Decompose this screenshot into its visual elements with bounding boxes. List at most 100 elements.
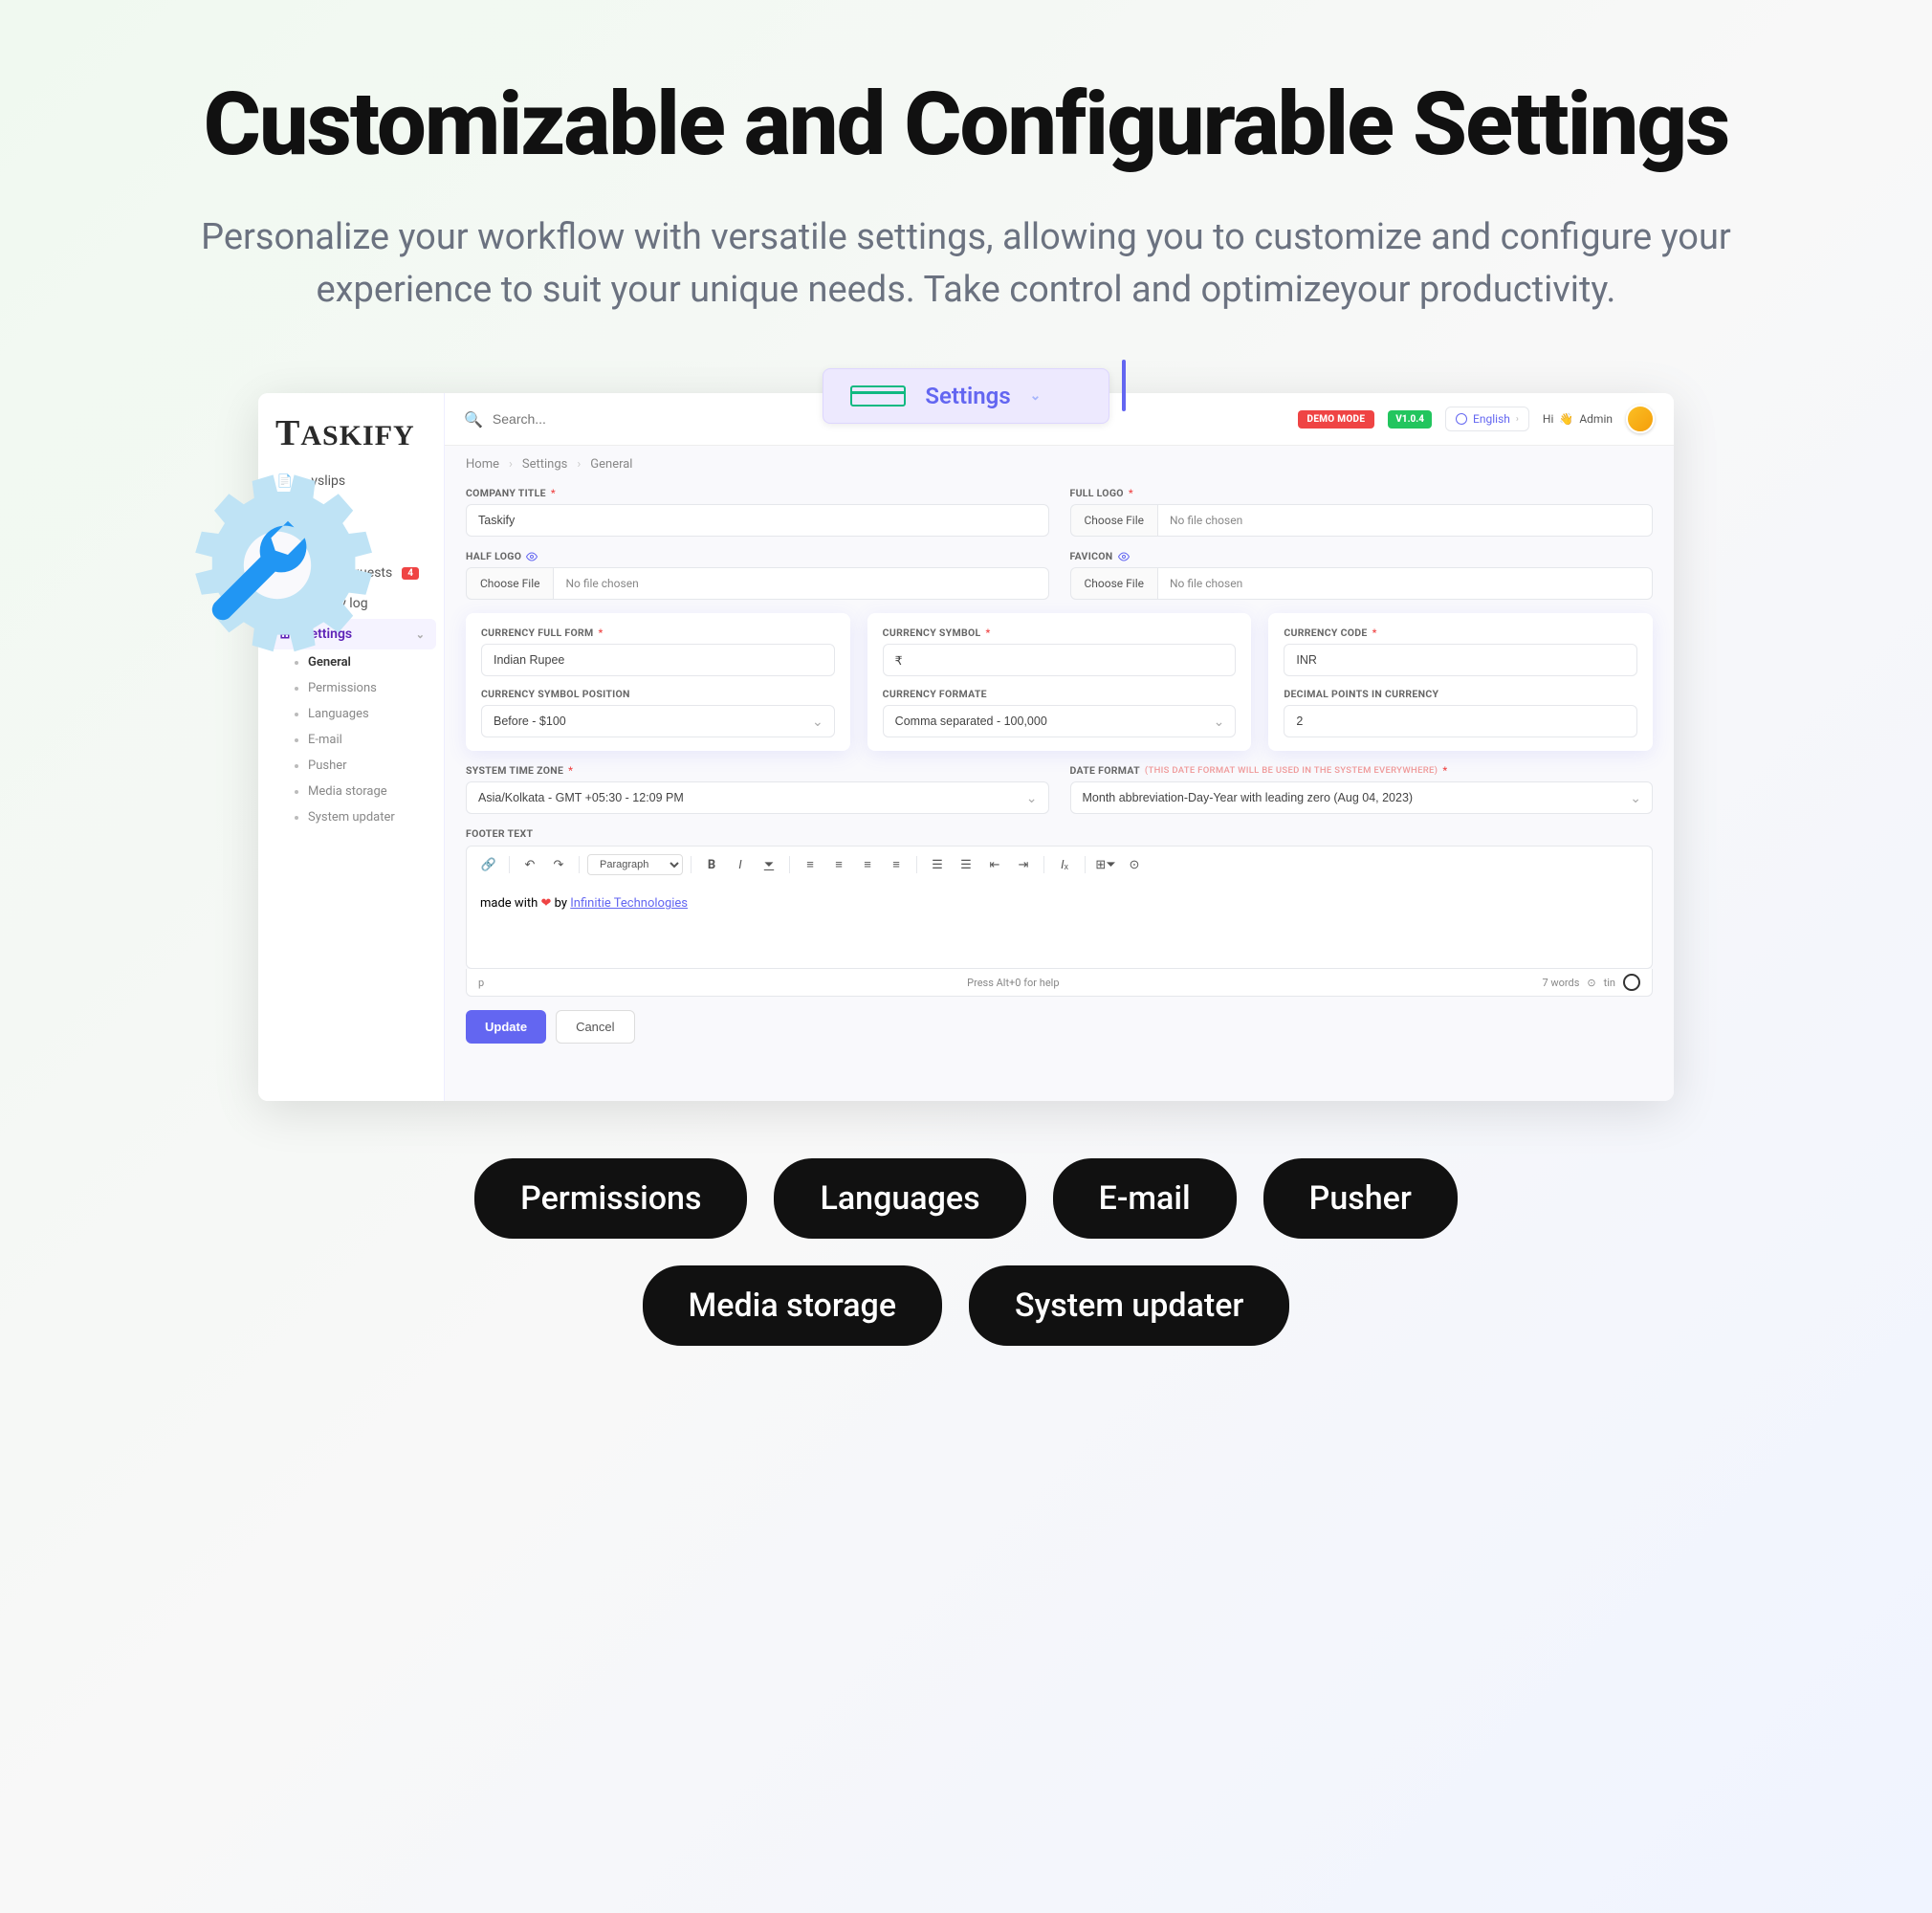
dot-icon — [295, 687, 298, 691]
currency-code-label: CURRENCY CODE — [1284, 627, 1367, 639]
bullet-list-icon[interactable]: ☰ — [925, 852, 950, 877]
currency-full-label: CURRENCY FULL FORM — [481, 627, 594, 639]
hero-subtitle: Personalize your workflow with versatile… — [177, 211, 1755, 317]
favicon-label: FAVICON — [1070, 550, 1113, 562]
timezone-select[interactable]: Asia/Kolkata - GMT +05:30 - 12:09 PM — [466, 781, 1049, 814]
date-format-select[interactable]: Month abbreviation-Day-Year with leading… — [1070, 781, 1654, 814]
undo-icon[interactable]: ↶ — [517, 852, 542, 877]
update-button[interactable]: Update — [466, 1010, 546, 1044]
align-left-icon[interactable]: ≡ — [798, 852, 823, 877]
app-window: TASKIFY 📄…yslips💰Finance📝Notes↪Leave req… — [258, 393, 1674, 1101]
table-icon[interactable]: ⊞⏷ — [1093, 852, 1118, 877]
footer-text-label: FOOTER TEXT — [466, 827, 533, 840]
dot-icon — [295, 738, 298, 742]
dot-icon — [295, 816, 298, 820]
help-icon[interactable]: ⊙ — [1122, 852, 1147, 877]
app-logo: TASKIFY — [258, 393, 444, 466]
underline-color-icon[interactable]: ⏷ — [757, 852, 781, 877]
tiny-label: tin — [1604, 977, 1615, 989]
pill-pusher: Pusher — [1263, 1158, 1458, 1239]
eye-icon — [1118, 551, 1130, 562]
date-format-label: DATE FORMAT — [1070, 764, 1140, 777]
currency-code-input[interactable] — [1284, 644, 1637, 676]
dot-icon — [295, 790, 298, 794]
half-logo-filename: No file chosen — [553, 567, 1048, 600]
indent-icon[interactable]: ⇥ — [1011, 852, 1036, 877]
currency-format-label: CURRENCY FORMATE — [883, 688, 987, 700]
half-logo-label: HALF LOGO — [466, 550, 521, 562]
cursor-indicator — [1122, 360, 1126, 411]
user-avatar[interactable] — [1626, 405, 1655, 433]
decimal-input[interactable] — [1284, 705, 1637, 737]
crumb-home[interactable]: Home — [466, 457, 499, 472]
crumb-settings[interactable]: Settings — [522, 457, 567, 472]
sidebar-sub-media-storage[interactable]: Media storage — [283, 779, 436, 804]
breadcrumbs: Home › Settings › General — [445, 446, 1674, 483]
language-selector[interactable]: English › — [1445, 407, 1529, 431]
hero-title: Customizable and Configurable Settings — [153, 77, 1779, 173]
version-badge: V1.0.4 — [1388, 410, 1432, 429]
cancel-button[interactable]: Cancel — [556, 1010, 634, 1044]
pill-permissions: Permissions — [474, 1158, 747, 1239]
sidebar-sub-permissions[interactable]: Permissions — [283, 675, 436, 701]
dot-icon — [295, 713, 298, 716]
settings-box-icon — [850, 385, 906, 407]
heart-icon: ❤ — [541, 896, 552, 911]
dot-icon — [295, 764, 298, 768]
footer-link[interactable]: Infinitie Technologies — [570, 896, 688, 911]
symbol-position-label: CURRENCY SYMBOL POSITION — [481, 688, 630, 700]
corner-resize-icon[interactable] — [1623, 974, 1640, 991]
outdent-icon[interactable]: ⇤ — [982, 852, 1007, 877]
user-greeting: Hi👋Admin — [1543, 412, 1613, 426]
pill-media-storage: Media storage — [643, 1265, 943, 1346]
demo-mode-badge: DEMO MODE — [1298, 410, 1375, 429]
floating-tab-label: Settings — [925, 383, 1010, 409]
crumb-general: General — [590, 457, 632, 472]
company-title-input[interactable] — [466, 504, 1049, 537]
clear-format-icon[interactable]: Iₓ — [1052, 852, 1077, 877]
decimal-label: DECIMAL POINTS IN CURRENCY — [1284, 688, 1438, 700]
paragraph-select[interactable]: Paragraph — [587, 854, 683, 875]
full-logo-label: FULL LOGO — [1070, 487, 1124, 499]
sidebar-sub-e-mail[interactable]: E-mail — [283, 727, 436, 753]
italic-icon[interactable]: I — [728, 852, 753, 877]
editor-body[interactable]: made with ❤ by Infinitie Technologies — [466, 883, 1653, 969]
currency-symbol-label: CURRENCY SYMBOL — [883, 627, 981, 639]
full-logo-choose-button[interactable]: Choose File — [1070, 504, 1157, 537]
eye-icon — [526, 551, 538, 562]
align-center-icon[interactable]: ≡ — [826, 852, 851, 877]
word-count: 7 words — [1542, 977, 1579, 989]
symbol-position-select[interactable]: Before - $100 — [481, 705, 835, 737]
favicon-filename: No file chosen — [1157, 567, 1653, 600]
half-logo-choose-button[interactable]: Choose File — [466, 567, 553, 600]
feature-pills: Permissions Languages E-mail Pusher Medi… — [344, 1158, 1588, 1346]
sidebar-sub-languages[interactable]: Languages — [283, 701, 436, 727]
pill-languages: Languages — [774, 1158, 1025, 1239]
align-justify-icon[interactable]: ≡ — [884, 852, 909, 877]
link-icon[interactable]: 🔗 — [476, 852, 501, 877]
redo-icon[interactable]: ↷ — [546, 852, 571, 877]
favicon-choose-button[interactable]: Choose File — [1070, 567, 1157, 600]
currency-format-select[interactable]: Comma separated - 100,000 — [883, 705, 1237, 737]
sidebar-sub-pusher[interactable]: Pusher — [283, 753, 436, 779]
pill-system-updater: System updater — [969, 1265, 1289, 1346]
gear-wrench-icon — [172, 460, 383, 671]
numbered-list-icon[interactable]: ☰ — [954, 852, 978, 877]
timezone-label: SYSTEM TIME ZONE — [466, 764, 563, 777]
floating-settings-tab[interactable]: Settings ⌄ — [823, 368, 1109, 424]
company-title-label: COMPANY TITLE — [466, 487, 546, 499]
sidebar-sub-system-updater[interactable]: System updater — [283, 804, 436, 830]
pill-email: E-mail — [1053, 1158, 1237, 1239]
bold-icon[interactable]: B — [699, 852, 724, 877]
chevron-down-icon: ⌄ — [1030, 388, 1082, 404]
currency-symbol-input[interactable] — [883, 644, 1237, 676]
editor-help-text: Press Alt+0 for help — [967, 977, 1059, 989]
date-format-hint: (THIS DATE FORMAT WILL BE USED IN THE SY… — [1145, 765, 1438, 776]
chevron-down-icon: ⌄ — [416, 628, 425, 641]
chevron-right-icon: › — [1516, 414, 1519, 425]
currency-full-input[interactable] — [481, 644, 835, 676]
search-icon: 🔍 — [464, 410, 483, 429]
align-right-icon[interactable]: ≡ — [855, 852, 880, 877]
sidebar-badge: 4 — [402, 567, 419, 580]
globe-icon — [1456, 413, 1467, 425]
